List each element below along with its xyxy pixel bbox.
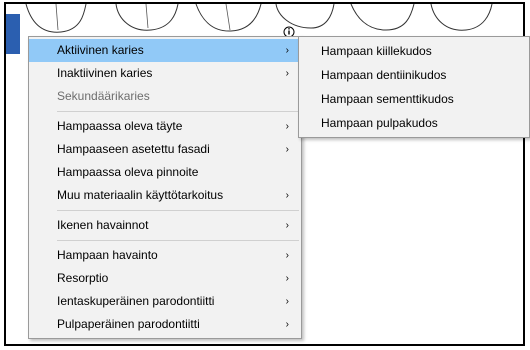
menu-item-hampaassa-oleva-tayte[interactable]: Hampaassa oleva täyte › [29, 115, 301, 138]
menu-item-inaktiivinen-karies[interactable]: Inaktiivinen karies › [29, 62, 301, 85]
submenu-arrow-icon: › [285, 68, 289, 79]
menu-item-sekundaarikaries: Sekundäärikaries [29, 85, 301, 108]
menu-item-label: Ientaskuperäinen parodontiitti [57, 294, 215, 308]
submenu-arrow-icon: › [285, 250, 289, 261]
submenu-arrow-icon: › [285, 296, 289, 307]
menu-group-karies: Aktiivinen karies › Inaktiivinen karies … [29, 39, 301, 108]
menu-item-hampaan-havainto[interactable]: Hampaan havainto › [29, 244, 301, 267]
menu-separator [57, 111, 299, 112]
context-menu: Aktiivinen karies › Inaktiivinen karies … [28, 36, 302, 339]
selected-tooth-marker[interactable] [6, 14, 20, 54]
submenu-arrow-icon: › [285, 45, 289, 56]
submenu-item-label: Hampaan sementtikudos [321, 92, 454, 106]
menu-item-label: Resorptio [57, 271, 109, 285]
menu-item-aktiivinen-karies[interactable]: Aktiivinen karies › [29, 39, 301, 62]
menu-item-label: Hampaaseen asetettu fasadi [57, 142, 210, 156]
submenu-arrow-icon: › [285, 273, 289, 284]
menu-separator [57, 240, 299, 241]
menu-separator [57, 210, 299, 211]
submenu-arrow-icon: › [285, 190, 289, 201]
submenu-aktiivinen-karies: Hampaan kiillekudos Hampaan dentiinikudo… [298, 36, 530, 138]
menu-item-hampaaseen-asetettu-fasadi[interactable]: Hampaaseen asetettu fasadi › [29, 138, 301, 161]
menu-item-label: Pulpaperäinen parodontiitti [57, 317, 200, 331]
menu-group-materials: Hampaassa oleva täyte › Hampaaseen asete… [29, 115, 301, 207]
submenu-arrow-icon: › [285, 220, 289, 231]
menu-item-label: Hampaan havainto [57, 248, 158, 262]
submenu-item-label: Hampaan dentiinikudos [321, 68, 447, 82]
submenu-item-pulpakudos[interactable]: Hampaan pulpakudos [299, 111, 529, 135]
menu-group-gums: Ikenen havainnot › [29, 214, 301, 237]
tooth-outline [195, 4, 262, 32]
menu-item-hampaassa-oleva-pinnoite[interactable]: Hampaassa oleva pinnoite [29, 161, 301, 184]
menu-item-ikenen-havainnot[interactable]: Ikenen havainnot › [29, 214, 301, 237]
menu-group-findings: Hampaan havainto › Resorptio › Ientaskup… [29, 244, 301, 336]
tooth-outline [275, 4, 335, 29]
menu-item-ientaskuperainen-parodontiitti[interactable]: Ientaskuperäinen parodontiitti › [29, 290, 301, 313]
tooth-outline [350, 4, 415, 31]
menu-item-resorptio[interactable]: Resorptio › [29, 267, 301, 290]
submenu-arrow-icon: › [285, 319, 289, 330]
submenu-item-sementtikudos[interactable]: Hampaan sementtikudos [299, 87, 529, 111]
menu-item-label: Sekundäärikaries [57, 89, 150, 103]
submenu-item-label: Hampaan kiillekudos [321, 44, 432, 58]
submenu-item-kiillekudos[interactable]: Hampaan kiillekudos [299, 39, 529, 63]
tooth-outline [430, 4, 493, 31]
menu-item-label: Hampaassa oleva täyte [57, 119, 183, 133]
menu-item-label: Hampaassa oleva pinnoite [57, 165, 199, 179]
submenu-arrow-icon: › [285, 121, 289, 132]
menu-item-muu-materiaalin-kayttotarkoitus[interactable]: Muu materiaalin käyttötarkoitus › [29, 184, 301, 207]
menu-item-label: Inaktiivinen karies [57, 66, 153, 80]
menu-item-label: Aktiivinen karies [57, 43, 144, 57]
menu-item-label: Muu materiaalin käyttötarkoitus [57, 188, 224, 202]
submenu-arrow-icon: › [285, 144, 289, 155]
menu-item-label: Ikenen havainnot [57, 218, 149, 232]
submenu-item-dentiinikudos[interactable]: Hampaan dentiinikudos [299, 63, 529, 87]
menu-item-pulpaperainen-parodontiitti[interactable]: Pulpaperäinen parodontiitti › [29, 313, 301, 336]
submenu-item-label: Hampaan pulpakudos [321, 116, 438, 130]
